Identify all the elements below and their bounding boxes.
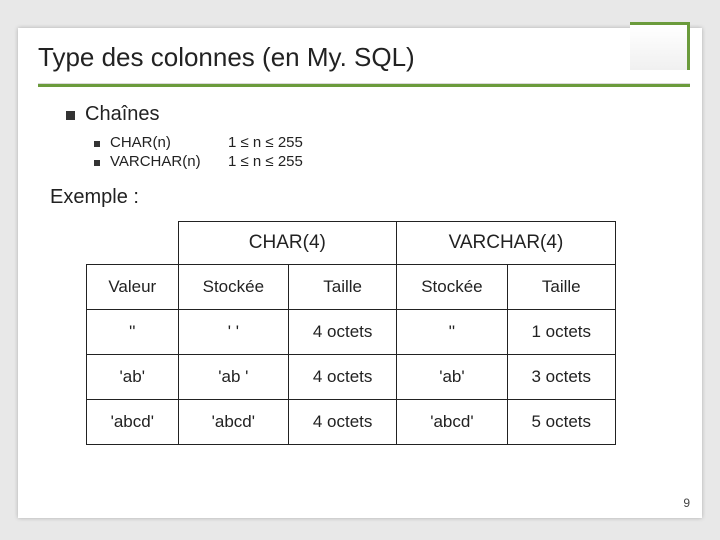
col-header: Stockée <box>178 265 289 310</box>
cell-char-taille: 4 octets <box>289 355 397 400</box>
cell-valeur: 'abcd' <box>87 400 179 445</box>
page-number: 9 <box>683 496 690 510</box>
group-header-row: CHAR(4) VARCHAR(4) <box>87 222 616 265</box>
cell-varchar-stockee: 'abcd' <box>397 400 508 445</box>
cell-char-stockee: 'ab ' <box>178 355 289 400</box>
page-title: Type des colonnes (en My. SQL) <box>38 42 682 81</box>
cell-char-taille: 4 octets <box>289 310 397 355</box>
type-range: 1 ≤ n ≤ 255 <box>228 134 303 151</box>
table-row: 'abcd' 'abcd' 4 octets 'abcd' 5 octets <box>87 400 616 445</box>
type-item: CHAR(n) 1 ≤ n ≤ 255 <box>94 134 668 151</box>
type-item: VARCHAR(n) 1 ≤ n ≤ 255 <box>94 153 668 170</box>
corner-decoration <box>630 22 690 70</box>
table-row: 'ab' 'ab ' 4 octets 'ab' 3 octets <box>87 355 616 400</box>
cell-varchar-taille: 3 octets <box>507 355 615 400</box>
example-label: Exemple : <box>50 186 668 209</box>
col-header: Valeur <box>87 265 179 310</box>
cell-varchar-taille: 1 octets <box>507 310 615 355</box>
slide-body: Chaînes CHAR(n) 1 ≤ n ≤ 255 VARCHAR(n) 1… <box>18 87 702 445</box>
cell-char-stockee: 'abcd' <box>178 400 289 445</box>
square-bullet-icon <box>66 111 75 120</box>
cell-valeur: '' <box>87 310 179 355</box>
cell-valeur: 'ab' <box>87 355 179 400</box>
slide: Type des colonnes (en My. SQL) Chaînes C… <box>18 28 702 518</box>
cell-char-stockee: ' ' <box>178 310 289 355</box>
cell-varchar-stockee: '' <box>397 310 508 355</box>
title-region: Type des colonnes (en My. SQL) <box>18 28 702 87</box>
comparison-table: CHAR(4) VARCHAR(4) Valeur Stockée Taille… <box>86 221 616 445</box>
section-heading: Chaînes <box>85 103 160 126</box>
empty-corner-cell <box>87 222 179 265</box>
col-header: Taille <box>507 265 615 310</box>
cell-char-taille: 4 octets <box>289 400 397 445</box>
table-row: '' ' ' 4 octets '' 1 octets <box>87 310 616 355</box>
square-bullet-icon <box>94 160 100 166</box>
group-header-varchar: VARCHAR(4) <box>397 222 616 265</box>
type-name: CHAR(n) <box>110 134 218 151</box>
cell-varchar-taille: 5 octets <box>507 400 615 445</box>
square-bullet-icon <box>94 141 100 147</box>
col-header: Stockée <box>397 265 508 310</box>
column-header-row: Valeur Stockée Taille Stockée Taille <box>87 265 616 310</box>
title-underline <box>38 83 690 87</box>
type-name: VARCHAR(n) <box>110 153 218 170</box>
group-header-char: CHAR(4) <box>178 222 397 265</box>
section-row: Chaînes <box>66 103 668 134</box>
type-list: CHAR(n) 1 ≤ n ≤ 255 VARCHAR(n) 1 ≤ n ≤ 2… <box>94 134 668 170</box>
cell-varchar-stockee: 'ab' <box>397 355 508 400</box>
type-range: 1 ≤ n ≤ 255 <box>228 153 303 170</box>
col-header: Taille <box>289 265 397 310</box>
